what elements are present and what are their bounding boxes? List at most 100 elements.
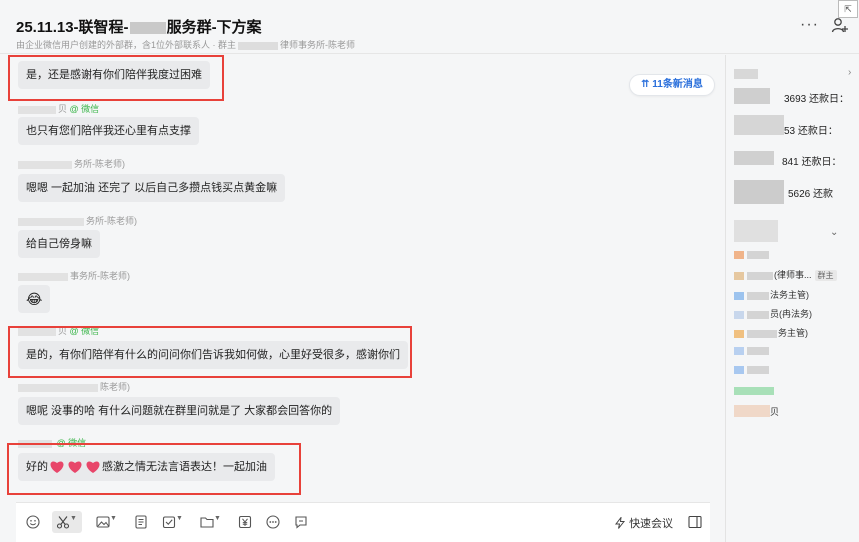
expand-window-button[interactable]: ⇱ — [838, 0, 858, 18]
redacted-text — [747, 310, 769, 319]
message-bubble[interactable]: 嗯嗯 一起加油 还完了 以后自己多攒点钱买点黄金嘛 — [18, 174, 286, 202]
avatar — [734, 386, 774, 395]
redacted-text — [747, 271, 773, 280]
chevron-down-icon: ▼ — [176, 515, 183, 522]
avatar — [734, 271, 744, 280]
heart-icon — [68, 461, 82, 474]
folder-icon — [200, 517, 214, 528]
member-item[interactable]: (律师事... 群主 — [734, 268, 837, 282]
member-item[interactable] — [734, 385, 777, 399]
wechat-tag: @ 微信 — [69, 326, 100, 336]
task-button[interactable]: ▼ — [162, 515, 183, 531]
subtitle-suffix: 律师事务所-陈老师 — [280, 40, 356, 50]
redacted-text — [747, 250, 769, 259]
sender-name: @ 微信 — [18, 436, 86, 449]
message-list[interactable]: 是，还是感谢有你们陪伴我度过困难 ⇈ 11条新消息 贝 @ 微信 也只有您们陪伴… — [0, 55, 724, 502]
avatar — [734, 365, 744, 374]
redacted-text — [18, 272, 68, 281]
redacted-text — [747, 346, 769, 355]
checkbox-icon — [162, 516, 176, 529]
collapse-icon[interactable]: ⌄ — [830, 227, 838, 238]
redacted-text — [129, 22, 166, 35]
redacted-block — [734, 69, 758, 79]
add-member-button[interactable] — [831, 16, 849, 34]
chevron-down-icon: ▼ — [110, 515, 117, 522]
wechat-tag: @ 微信 — [69, 104, 100, 114]
notice-line: 5626 还款 — [788, 189, 834, 200]
heart-icon — [86, 461, 100, 474]
chevron-down-icon: ▼ — [70, 515, 77, 522]
avatar — [734, 291, 744, 300]
payment-button[interactable] — [238, 515, 252, 531]
new-messages-button[interactable]: ⇈ 11条新消息 — [629, 74, 715, 96]
member-item[interactable]: 务主管) — [734, 326, 808, 340]
ellipsis-icon — [266, 515, 280, 529]
member-item[interactable] — [734, 249, 770, 263]
screenshot-button[interactable]: ▼ — [52, 511, 82, 533]
member-label: 贝 — [770, 407, 780, 417]
avatar — [734, 250, 744, 259]
subtitle-prefix: 由企业微信用户创建的外部群，含1位外部联系人 · 群主 — [16, 40, 237, 50]
more-tools-button[interactable] — [266, 515, 280, 531]
avatar — [734, 310, 744, 319]
member-item[interactable] — [734, 364, 770, 378]
sender-name: 贝 @ 微信 — [18, 102, 99, 115]
redacted-text — [238, 41, 279, 50]
chevron-right-icon[interactable]: › — [848, 67, 851, 78]
message-bubble[interactable]: 也只有您们陪伴我还心里有点支撑 — [18, 117, 199, 145]
member-item[interactable] — [734, 405, 773, 419]
lightning-icon — [614, 515, 626, 529]
quick-meeting-button[interactable]: 快速会议 — [614, 515, 673, 531]
reply-button[interactable] — [294, 515, 308, 531]
chat-title[interactable]: 25.11.13-联智程- 服务群-下方案 — [16, 16, 262, 37]
message-text-suffix: 感激之情无法言语表达！一起加油 — [102, 461, 267, 473]
redacted-block — [734, 88, 770, 104]
chat-bubble-icon — [295, 516, 307, 529]
redacted-text — [18, 383, 98, 392]
yen-icon — [238, 515, 252, 529]
chat-header: 25.11.13-联智程- 服务群-下方案 由企业微信用户创建的外部群，含1位外部… — [0, 0, 859, 54]
redacted-text — [18, 105, 56, 114]
sidebar-icon — [688, 515, 702, 529]
image-button[interactable]: ▼ — [96, 515, 117, 531]
redacted-text — [747, 329, 777, 338]
owner-badge: 群主 — [814, 270, 837, 282]
document-button[interactable] — [134, 515, 148, 531]
member-item[interactable] — [734, 345, 770, 359]
message-bubble[interactable]: 给自己傍身嘛 — [18, 230, 100, 258]
chat-subtitle: 由企业微信用户创建的外部群，含1位外部联系人 · 群主 律师事务所-陈老师 — [16, 38, 355, 51]
avatar — [734, 346, 744, 355]
redacted-block — [734, 151, 774, 165]
image-icon — [96, 516, 110, 528]
emoji-message[interactable]: 😂 — [18, 285, 51, 313]
chevron-down-icon: ▼ — [214, 515, 221, 522]
scissors-icon — [56, 516, 70, 529]
member-item[interactable]: 法务主管) — [734, 288, 809, 302]
avatar — [734, 329, 744, 338]
message-bubble[interactable]: 是的，有你们陪伴有什么的问问你们告诉我如何做，心里好受很多，感谢你们 — [18, 341, 408, 369]
sender-name: 事务所-陈老师) — [18, 269, 130, 282]
wechat-tag: @ 微信 — [56, 438, 87, 448]
quick-meeting-label: 快速会议 — [629, 518, 674, 530]
toggle-sidebar-button[interactable] — [688, 515, 702, 532]
message-text-prefix: 好的 — [26, 461, 48, 473]
chat-title-prefix: 25.11.13-联智程- — [16, 19, 129, 36]
sender-name: 贝 @ 微信 — [18, 324, 99, 337]
message-bubble[interactable]: 嗯呢 没事的哈 有什么问题就在群里问就是了 大家都会回答你的 — [18, 397, 341, 425]
member-item[interactable]: 员(冉法务) — [734, 307, 812, 321]
folder-button[interactable]: ▼ — [200, 515, 221, 531]
emoji-icon — [26, 515, 40, 529]
redacted-text — [18, 327, 56, 336]
emoji-button[interactable] — [26, 515, 40, 531]
redacted-text — [747, 365, 769, 374]
add-person-icon — [831, 18, 848, 33]
redacted-block — [734, 115, 784, 135]
message-bubble[interactable]: 是，还是感谢有你们陪伴我度过困难 — [18, 61, 210, 89]
avatar — [734, 405, 770, 417]
sender-name: 务所-陈老师) — [18, 157, 125, 170]
redacted-block — [734, 180, 784, 204]
more-options-button[interactable]: ··· — [800, 16, 819, 34]
document-icon — [135, 515, 147, 529]
message-bubble[interactable]: 好的 感激之情无法言语表达！一起加油 — [18, 453, 275, 481]
sender-name: 陈老师) — [18, 380, 130, 393]
